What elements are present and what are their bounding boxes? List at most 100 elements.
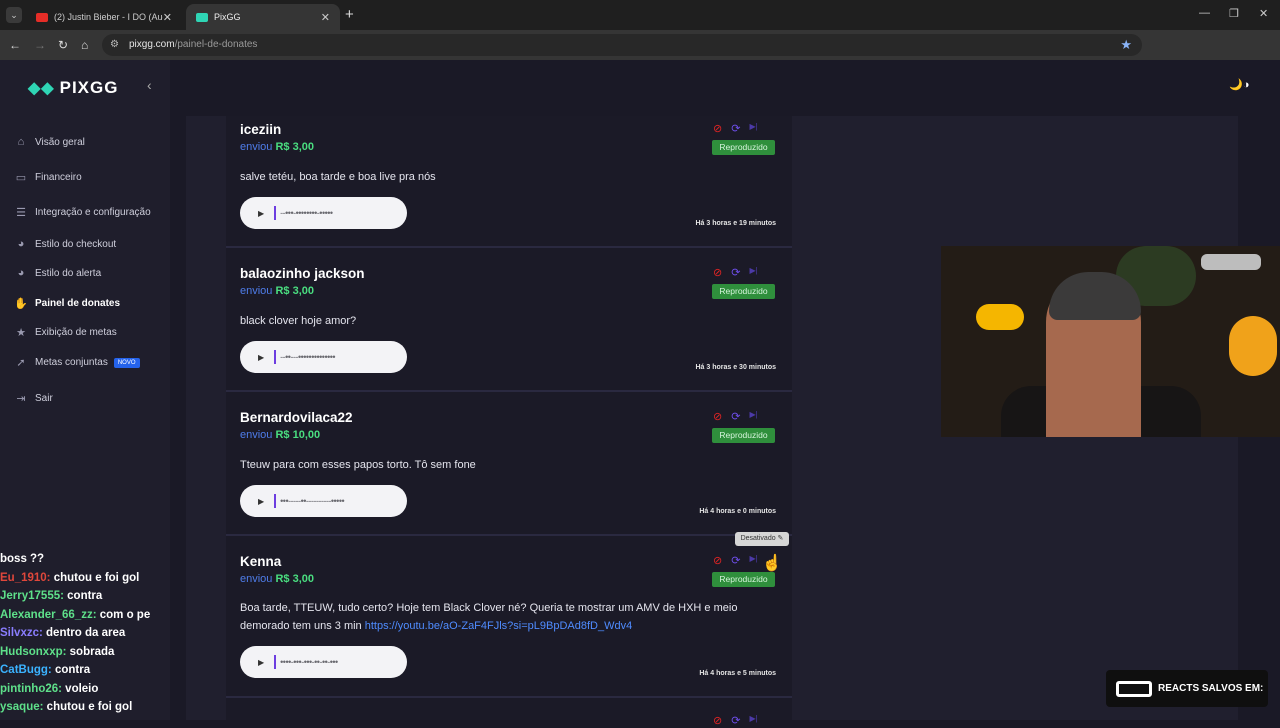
forward-icon[interactable]: → — [34, 38, 46, 52]
tab-search-icon[interactable]: ⌄ — [6, 7, 22, 23]
donates-feed: iceziin enviou R$ 3,00 ⊘ ⟳ ▶| Reproduzid… — [226, 116, 792, 727]
sidebar-item-label: Integração e configuração — [35, 207, 151, 218]
play-icon[interactable]: ▶ — [258, 497, 264, 506]
sidebar-item-estilo-checkout[interactable]: ◕ Estilo do checkout — [14, 238, 117, 250]
playhead[interactable] — [274, 350, 277, 364]
play-icon[interactable]: ▶ — [258, 209, 264, 218]
block-icon[interactable]: ⊘ — [713, 554, 722, 567]
status-badge: Reproduzido — [712, 572, 775, 587]
donate-actions: ⊘ ⟳ ▶| — [713, 266, 758, 279]
skip-icon[interactable]: ▶| — [749, 122, 757, 135]
youtube-favicon-icon — [36, 12, 48, 22]
block-icon[interactable]: ⊘ — [713, 714, 722, 727]
restore-icon[interactable]: ❐ — [1229, 7, 1239, 20]
sidebar-item-visao-geral[interactable]: ⌂ Visão geral — [14, 136, 85, 148]
bookmark-star-icon[interactable]: ★ — [1120, 37, 1132, 53]
chat-line: pintinho26: voleio — [0, 682, 99, 695]
donor-name: Bernardovilaca22 — [240, 410, 353, 425]
status-badge: Reproduzido — [712, 140, 775, 155]
block-icon[interactable]: ⊘ — [713, 122, 722, 135]
status-badge: Reproduzido — [712, 284, 775, 299]
tab-title: (2) Justin Bieber - I DO (Audio) — [54, 12, 163, 22]
home-icon[interactable]: ⌂ — [81, 38, 88, 52]
message-link[interactable]: https://youtu.be/aO-ZaF4FJls?si=pL9BpDAd… — [365, 620, 633, 632]
waveform: •••-----••----------••••• — [280, 496, 345, 506]
sidebar-item-label: Financeiro — [35, 172, 82, 183]
webcam-lamp — [976, 304, 1024, 330]
palette-icon: ◕ — [17, 238, 25, 250]
webcam-toy-car — [1201, 254, 1261, 270]
sidebar-item-label: Exibição de metas — [35, 327, 117, 338]
donate-time: Há 4 horas e 5 minutos — [699, 670, 776, 677]
replay-icon[interactable]: ⟳ — [731, 122, 740, 135]
playhead[interactable] — [274, 655, 277, 669]
sidebar-item-exibicao-metas[interactable]: ★ Exibição de metas — [14, 326, 117, 339]
playhead[interactable] — [274, 206, 277, 220]
close-window-icon[interactable]: ✕ — [1259, 7, 1268, 20]
sidebar-item-painel-donates[interactable]: ✋ Painel de donates — [14, 297, 120, 310]
donate-hand-icon: ✋ — [14, 298, 28, 310]
pixgg-logo-icon: ◆◆ — [28, 80, 55, 97]
app-header — [170, 60, 1280, 116]
sidebar-item-label: Estilo do checkout — [35, 238, 117, 250]
close-tab-icon[interactable]: ✕ — [163, 11, 172, 24]
replay-icon[interactable]: ⟳ — [731, 554, 740, 567]
browser-tab-youtube[interactable]: (2) Justin Bieber - I DO (Audio) ✕ — [26, 4, 182, 30]
replay-icon[interactable]: ⟳ — [731, 266, 740, 279]
skip-icon[interactable]: ▶| — [749, 554, 757, 567]
donate-message: salve tetéu, boa tarde e boa live pra nó… — [240, 171, 436, 183]
sidebar-item-sair[interactable]: ⇥ Sair — [14, 392, 52, 405]
audio-player[interactable]: ▶ --••---•••••••••••••• — [240, 341, 407, 373]
audio-player[interactable]: ▶ ••••-•••-•••-••-••-••• — [240, 646, 407, 678]
audio-player[interactable]: ▶ --•••-••••••••-••••• — [240, 197, 407, 229]
status-badge: Reproduzido — [712, 428, 775, 443]
block-icon[interactable]: ⊘ — [713, 410, 722, 423]
back-icon[interactable]: ← — [9, 38, 21, 52]
mouse-pointer-icon: ☝ — [762, 555, 782, 572]
skip-icon[interactable]: ▶| — [749, 410, 757, 423]
replay-icon[interactable]: ⟳ — [731, 714, 740, 727]
donate-amount: enviou R$ 3,00 — [240, 573, 315, 585]
block-icon[interactable]: ⊘ — [713, 266, 722, 279]
close-tab-icon[interactable]: ✕ — [321, 11, 330, 24]
sidebar-item-financeiro[interactable]: ▭ Financeiro — [14, 171, 82, 184]
tooltip: Desativado ✎ — [735, 532, 789, 546]
browser-toolbar: ← → ↻ ⌂ ⚙ pixgg.com/painel-de-donates ★ … — [0, 30, 1280, 81]
webcam-lamp — [1229, 316, 1277, 376]
collapse-sidebar-icon[interactable]: ‹ — [147, 77, 152, 93]
donate-card: balaozinho jackson enviou R$ 3,00 ⊘ ⟳ ▶|… — [226, 248, 792, 392]
reload-icon[interactable]: ↻ — [58, 38, 68, 52]
skip-icon[interactable]: ▶| — [749, 266, 757, 279]
address-bar[interactable]: ⚙ pixgg.com/painel-de-donates ★ — [102, 34, 1142, 56]
logout-icon: ⇥ — [16, 393, 26, 405]
donate-actions: ⊘ ⟳ ▶| — [713, 554, 758, 567]
sidebar-item-estilo-alerta[interactable]: ◕ Estilo do alerta — [14, 267, 101, 279]
play-icon[interactable]: ▶ — [258, 658, 264, 667]
waveform: ••••-•••-•••-••-••-••• — [280, 657, 338, 667]
play-icon[interactable]: ▶ — [258, 353, 264, 362]
skip-icon[interactable]: ▶| — [749, 714, 757, 727]
donate-amount: enviou R$ 3,00 — [240, 285, 315, 297]
stream-chat-overlay: boss ?? Eu_1910: chutou e foi gol Jerry1… — [0, 550, 170, 717]
reacts-logo-icon — [1116, 680, 1152, 697]
waveform: --•••-••••••••-••••• — [280, 208, 333, 218]
chat-line: Silvxzc: dentro da area — [0, 627, 126, 639]
sidebar-item-integracao[interactable]: ☰ Integração e configuração — [14, 206, 151, 219]
chat-line: ysaque: chutou e foi gol — [0, 701, 133, 713]
sidebar-item-label: Visão geral — [35, 136, 85, 148]
url-text: pixgg.com/painel-de-donates — [129, 39, 258, 50]
theme-toggle-icon[interactable]: 🌙◑ — [1229, 78, 1249, 91]
new-badge: NOVO — [113, 357, 140, 368]
chat-line: CatBugg: contra — [0, 664, 91, 676]
sidebar-item-metas-conjuntas[interactable]: ➚ Metas conjuntas NOVO — [14, 356, 140, 369]
playhead[interactable] — [274, 494, 277, 508]
replay-icon[interactable]: ⟳ — [731, 410, 740, 423]
pixgg-logo[interactable]: ◆◆ PIXGG — [28, 78, 118, 98]
browser-tab-pixgg[interactable]: PixGG ✕ — [186, 4, 340, 30]
minimize-icon[interactable]: — — [1199, 7, 1210, 19]
site-info-icon[interactable]: ⚙ — [110, 39, 119, 50]
donate-card: ⊘ ⟳ ▶| — [226, 698, 792, 728]
new-tab-icon[interactable]: + — [345, 6, 354, 23]
donate-message: Boa tarde, TTEUW, tudo certo? Hoje tem B… — [240, 602, 738, 632]
audio-player[interactable]: ▶ •••-----••----------••••• — [240, 485, 407, 517]
